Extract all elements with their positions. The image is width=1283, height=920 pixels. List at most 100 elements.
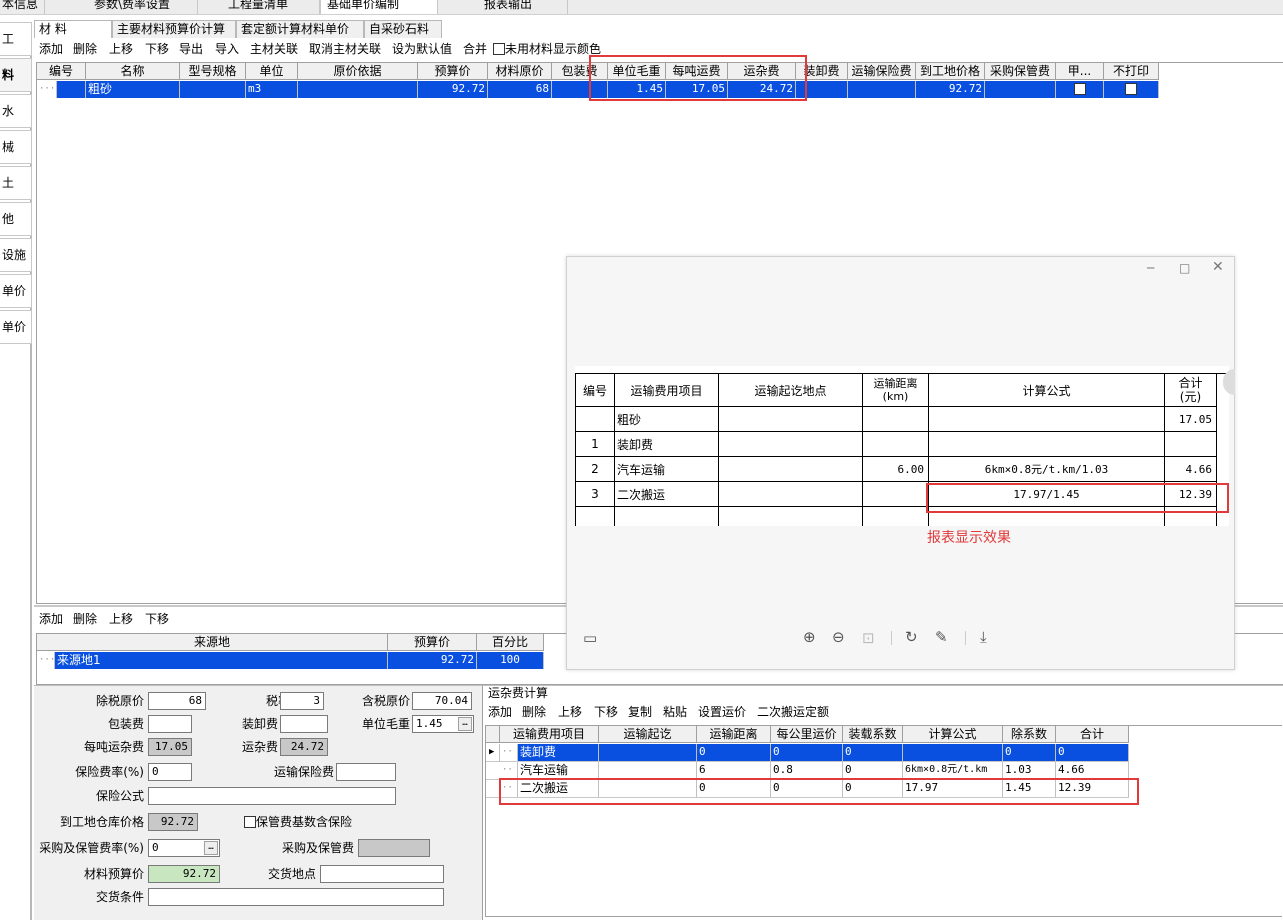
col-header-source-price[interactable]: 预算价 <box>388 634 477 651</box>
cell-price-per-km[interactable]: 0 <box>771 744 843 761</box>
insurance-rate-input[interactable]: 0 <box>148 763 192 781</box>
source-add-button[interactable]: 添加 <box>39 610 63 628</box>
unused-color-toggle[interactable]: 未用材料显示颜色 <box>493 40 601 58</box>
cell-divisor[interactable]: 0 <box>1003 744 1056 761</box>
loading-fee-input[interactable] <box>280 715 328 733</box>
col-header-distance[interactable]: 运输距离 <box>697 726 771 743</box>
no-print-checkbox[interactable] <box>1125 83 1137 95</box>
cell-total[interactable]: 0 <box>1056 744 1129 761</box>
rotate-icon[interactable]: ↻ <box>905 629 918 645</box>
cell-name[interactable]: 粗砂 <box>86 81 180 98</box>
col-header-purchase-fee[interactable]: 采购保管费 <box>985 63 1056 80</box>
top-tab-info[interactable]: 本信息 <box>0 0 46 14</box>
cell-transport-insurance[interactable] <box>848 81 916 98</box>
unlink-main-material-button[interactable]: 取消主材关联 <box>309 40 381 58</box>
unused-color-checkbox[interactable] <box>493 43 505 55</box>
insurance-formula-input[interactable] <box>148 787 396 805</box>
col-header-spec[interactable]: 型号规格 <box>180 63 246 80</box>
freight-add-button[interactable]: 添加 <box>488 703 512 721</box>
nav-item-unit-price-2[interactable]: 单价 <box>0 310 32 344</box>
freight-copy-button[interactable]: 复制 <box>628 703 652 721</box>
export-button[interactable]: 导出 <box>179 40 203 58</box>
tab-material[interactable]: 材 料 <box>34 20 112 38</box>
col-header-price-per-km[interactable]: 每公里运价 <box>771 726 843 743</box>
cell-route[interactable] <box>599 762 697 779</box>
nav-item-facility[interactable]: 设施 <box>0 238 32 272</box>
source-delete-button[interactable]: 删除 <box>73 610 97 628</box>
source-move-up-button[interactable]: 上移 <box>109 610 133 628</box>
top-tab-params[interactable]: 参数\费率设置 <box>88 0 198 14</box>
cell-owner-supplied[interactable] <box>1056 81 1104 98</box>
merge-button[interactable]: 合并 <box>463 40 487 58</box>
cell-formula[interactable]: 6km×0.8元/t.km <box>903 762 1003 779</box>
delivery-condition-input[interactable] <box>148 888 444 906</box>
set-default-button[interactable]: 设为默认值 <box>392 40 452 58</box>
col-header-owner-supplied[interactable]: 甲... <box>1056 63 1104 80</box>
freight-move-up-button[interactable]: 上移 <box>558 703 582 721</box>
col-header-percentage[interactable]: 百分比 <box>477 634 544 651</box>
cell-no-print[interactable] <box>1104 81 1159 98</box>
import-button[interactable]: 导入 <box>215 40 239 58</box>
top-tab-quantities[interactable]: 工程量清单 <box>222 0 320 14</box>
maximize-icon[interactable]: □ <box>1179 261 1193 275</box>
cell-source-name[interactable]: 来源地1 <box>55 652 388 669</box>
insurance-base-checkbox[interactable] <box>244 816 256 828</box>
col-header-load-factor[interactable]: 装载系数 <box>843 726 903 743</box>
cell-unit[interactable]: m3 <box>246 81 298 98</box>
nav-item-unit-price-1[interactable]: 单价 <box>0 274 32 308</box>
cell-budget-price[interactable]: 92.72 <box>418 81 488 98</box>
minimize-icon[interactable]: ─ <box>1147 261 1159 275</box>
cell-source-price[interactable]: 92.72 <box>388 652 477 669</box>
source-move-down-button[interactable]: 下移 <box>145 610 169 628</box>
gross-weight-input[interactable]: 1.45… <box>412 715 474 733</box>
excl-tax-price-input[interactable]: 68 <box>148 692 206 710</box>
add-button[interactable]: 添加 <box>39 40 63 58</box>
more-icon[interactable]: … <box>458 717 472 731</box>
link-main-material-button[interactable]: 主材关联 <box>250 40 298 58</box>
col-header-site-price[interactable]: 到工地价格 <box>916 63 985 80</box>
cell-price-basis[interactable] <box>298 81 418 98</box>
cell-divisor[interactable]: 1.03 <box>1003 762 1056 779</box>
cell-freight-item[interactable]: 装卸费 <box>518 744 599 761</box>
packing-fee-input[interactable] <box>148 715 192 733</box>
delete-button[interactable]: 删除 <box>73 40 97 58</box>
cell-no[interactable] <box>57 81 86 98</box>
close-icon[interactable]: ✕ <box>1212 259 1226 275</box>
cell-distance[interactable]: 6 <box>697 762 771 779</box>
nav-item-material[interactable]: 料 <box>0 58 32 92</box>
move-down-button[interactable]: 下移 <box>145 40 169 58</box>
tab-quota-material-price[interactable]: 套定额计算材料单价 <box>236 20 364 38</box>
layout-icon[interactable]: ▭ <box>583 630 597 646</box>
cell-load-factor[interactable]: 0 <box>843 744 903 761</box>
col-header-no[interactable]: 编号 <box>37 63 86 80</box>
freight-move-down-button[interactable]: 下移 <box>594 703 618 721</box>
nav-item-other[interactable]: 他 <box>0 202 32 236</box>
freight-paste-button[interactable]: 粘贴 <box>663 703 687 721</box>
incl-tax-price-input[interactable]: 70.04 <box>412 692 472 710</box>
zoom-in-icon[interactable]: ⊕ <box>803 629 816 645</box>
purchase-rate-input[interactable]: 0… <box>148 839 220 857</box>
nav-item-labor[interactable]: 工 <box>0 22 32 56</box>
cell-spec[interactable] <box>180 81 246 98</box>
secondary-haul-quota-button[interactable]: 二次搬运定额 <box>757 703 829 721</box>
cell-freight-item[interactable]: 汽车运输 <box>518 762 599 779</box>
set-freight-rate-button[interactable]: 设置运价 <box>698 703 746 721</box>
freight-delete-button[interactable]: 删除 <box>522 703 546 721</box>
col-header-original-price[interactable]: 材料原价 <box>488 63 552 80</box>
cell-total[interactable]: 4.66 <box>1056 762 1129 779</box>
cell-price-per-km[interactable]: 0.8 <box>771 762 843 779</box>
top-tab-unit-price[interactable]: 基础单价编制 <box>320 0 438 14</box>
zoom-out-icon[interactable]: ⊖ <box>832 629 845 645</box>
col-header-freight-item[interactable]: 运输费用项目 <box>500 726 599 743</box>
col-header-budget-price[interactable]: 预算价 <box>418 63 488 80</box>
col-header-name[interactable]: 名称 <box>86 63 180 80</box>
tab-main-material-budget[interactable]: 主要材料预算价计算 <box>112 20 236 38</box>
owner-supplied-checkbox[interactable] <box>1073 83 1086 95</box>
col-header-unit[interactable]: 单位 <box>246 63 298 80</box>
move-up-button[interactable]: 上移 <box>109 40 133 58</box>
nav-item-machine[interactable]: 械 <box>0 130 32 164</box>
col-header-formula[interactable]: 计算公式 <box>903 726 1003 743</box>
cell-site-price[interactable]: 92.72 <box>916 81 985 98</box>
cell-original-price[interactable]: 68 <box>488 81 552 98</box>
col-header-transport-insurance[interactable]: 运输保险费 <box>848 63 916 80</box>
